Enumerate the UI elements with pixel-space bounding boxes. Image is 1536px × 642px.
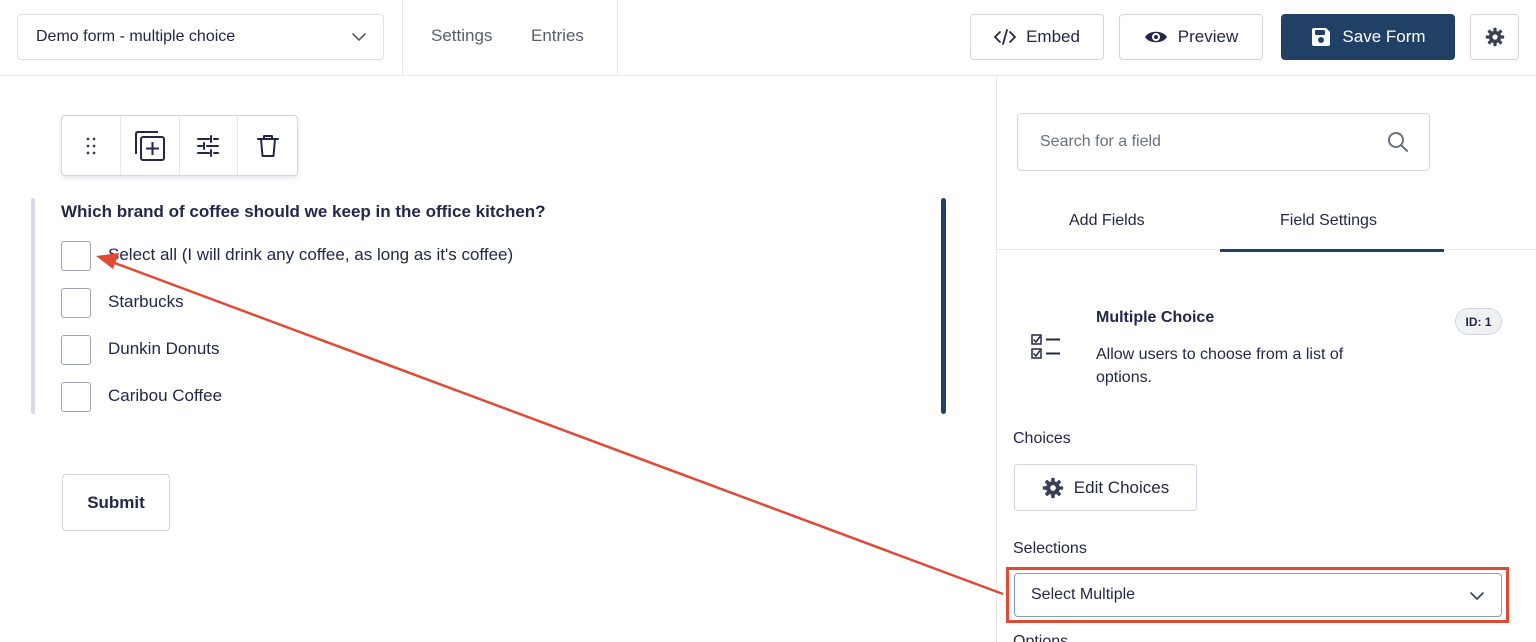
choice-option[interactable]: Dunkin Donuts [61,335,220,365]
selections-dropdown[interactable]: Select Multiple [1014,573,1502,617]
choice-label: Starbucks [108,292,184,311]
embed-label: Embed [1026,27,1080,46]
choice-label: Select all (I will drink any coffee, as … [108,245,514,264]
field-type-description: Allow users to choose from a list of opt… [1096,346,1344,386]
preview-label: Preview [1177,27,1239,46]
save-icon [1312,28,1331,46]
code-icon [994,29,1016,45]
search-input[interactable] [1040,133,1360,151]
choice-checkbox[interactable] [61,382,91,412]
chevron-down-icon [1470,592,1484,600]
selections-value: Select Multiple [1031,586,1136,603]
nav-entries[interactable]: Entries [531,26,584,46]
options-label: Options [1013,633,1069,642]
form-selector-value: Demo form - multiple choice [36,28,236,45]
active-tab-indicator [1220,249,1444,252]
divider [402,0,403,76]
save-form-button[interactable]: Save Form [1281,14,1455,60]
drag-handle[interactable] [62,116,121,175]
tab-field-settings[interactable]: Field Settings [1280,212,1377,230]
gear-icon [1042,477,1063,498]
preview-button[interactable]: Preview [1119,14,1263,60]
top-bar: Demo form - multiple choice Settings Ent… [0,0,1536,76]
drag-dots-icon [86,137,96,154]
delete-field-button[interactable] [238,116,297,175]
tab-add-fields[interactable]: Add Fields [1069,212,1145,230]
choice-label: Caribou Coffee [108,386,223,405]
choice-checkbox[interactable] [61,288,91,318]
duplicate-icon [134,130,165,161]
gear-icon [1485,27,1504,47]
edit-choices-button[interactable]: Edit Choices [1014,464,1197,511]
selections-label: Selections [1013,540,1087,557]
save-form-label: Save Form [1342,27,1426,46]
field-type-title: Multiple Choice [1096,309,1215,326]
field-search[interactable] [1017,113,1430,171]
trash-icon [256,134,279,157]
field-options-button[interactable] [180,116,239,175]
field-selection-indicator [941,198,946,414]
choice-option[interactable]: Select all (I will drink any coffee, as … [61,241,513,271]
multiple-choice-icon [1031,334,1060,359]
field-selection-bar [31,198,35,414]
choice-label: Dunkin Donuts [108,339,220,358]
embed-button[interactable]: Embed [970,14,1104,60]
choice-option[interactable]: Caribou Coffee [61,382,222,412]
submit-button[interactable]: Submit [62,474,170,531]
nav-settings[interactable]: Settings [431,26,492,46]
field-toolbar [61,115,298,176]
edit-choices-label: Edit Choices [1073,477,1170,497]
choices-label: Choices [1013,430,1071,447]
duplicate-field-button[interactable] [121,116,180,175]
field-question-label: Which brand of coffee should we keep in … [61,202,546,221]
chevron-down-icon [352,33,366,41]
search-icon [1388,132,1408,152]
choice-option[interactable]: Starbucks [61,288,184,318]
form-selector-dropdown[interactable]: Demo form - multiple choice [17,14,384,60]
sliders-icon [197,134,220,157]
eye-icon [1144,31,1167,43]
choice-checkbox[interactable] [61,335,91,365]
choice-checkbox[interactable] [61,241,91,271]
divider [617,0,618,76]
settings-gear-button[interactable] [1470,14,1519,60]
field-id-badge: ID: 1 [1455,308,1502,335]
